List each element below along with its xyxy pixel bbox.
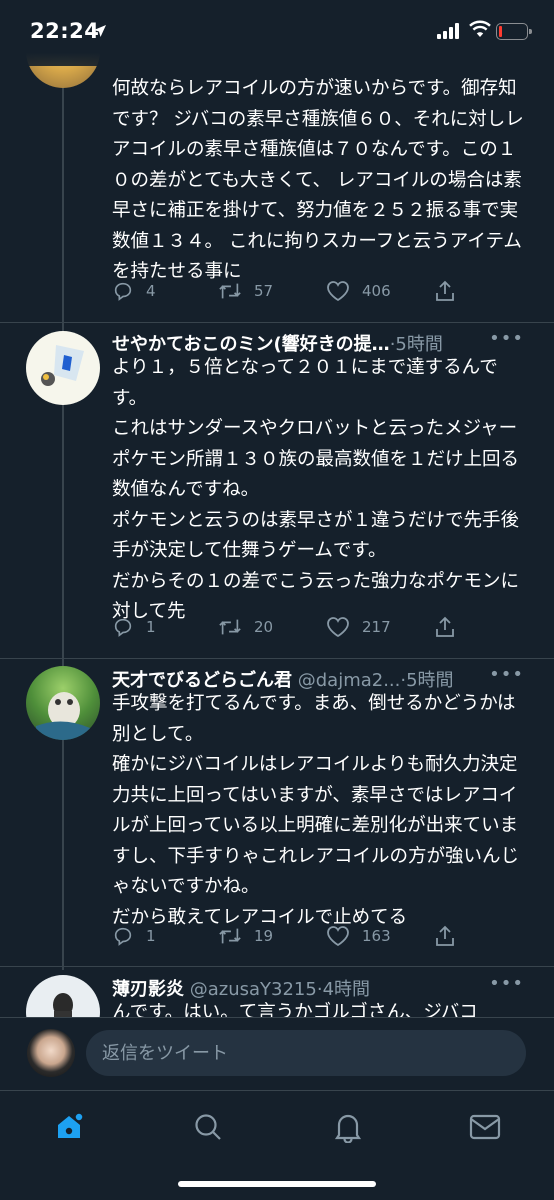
thread-line xyxy=(62,60,64,970)
tab-bar xyxy=(0,1090,554,1200)
like-count: 217 xyxy=(362,618,391,636)
user-name[interactable]: 薄刃影炎 xyxy=(112,979,184,1000)
reply-button[interactable]: 1 xyxy=(112,922,156,950)
share-button[interactable] xyxy=(434,922,468,950)
like-button[interactable]: 163 xyxy=(326,922,391,950)
home-icon xyxy=(58,1112,84,1138)
search-icon xyxy=(195,1114,221,1140)
heart-icon xyxy=(327,281,349,302)
retweet-count: 19 xyxy=(254,927,274,945)
more-icon[interactable]: ••• xyxy=(489,664,524,685)
notifications-icon xyxy=(334,1114,362,1143)
user-name[interactable]: せやかておこのミン(響好きの提… xyxy=(112,334,390,355)
tab-home[interactable] xyxy=(47,1105,91,1149)
user-handle[interactable]: @dajma2... xyxy=(298,670,401,691)
wifi-icon xyxy=(469,20,491,37)
tweet-text: んです。はい。て言うかゴルゴさん、ジバコ xyxy=(112,1002,478,1017)
reply-count: 1 xyxy=(146,618,156,636)
tweet-text: より１，５倍となって２０１にまで達するんです。 これはサンダースやクロバットと云… xyxy=(112,357,520,622)
reply-input[interactable] xyxy=(86,1030,526,1076)
avatar[interactable] xyxy=(26,975,100,1017)
messages-icon xyxy=(469,1114,501,1140)
tweet-actions: 1 20 217 xyxy=(112,613,532,641)
like-button[interactable]: 217 xyxy=(326,613,391,641)
tweet-time: ·5時間 xyxy=(400,670,454,691)
reply-composer xyxy=(0,1017,554,1091)
retweet-icon xyxy=(219,283,241,299)
user-name[interactable]: 天才でびるどらごん君 xyxy=(112,670,292,691)
share-icon xyxy=(436,280,454,301)
avatar[interactable] xyxy=(26,331,100,405)
retweet-icon xyxy=(219,619,241,635)
share-button[interactable] xyxy=(434,277,468,305)
tab-messages[interactable] xyxy=(463,1105,507,1149)
heart-icon xyxy=(327,617,349,638)
reply-count: 4 xyxy=(146,282,156,300)
like-count: 406 xyxy=(362,282,391,300)
more-icon[interactable]: ••• xyxy=(489,328,524,349)
retweet-count: 20 xyxy=(254,618,274,636)
divider xyxy=(0,966,554,967)
reply-icon xyxy=(114,618,132,637)
like-button[interactable]: 406 xyxy=(326,277,391,305)
retweet-button[interactable]: 19 xyxy=(218,922,273,950)
like-count: 163 xyxy=(362,927,391,945)
more-icon[interactable]: ••• xyxy=(489,973,524,994)
tab-notifications[interactable] xyxy=(326,1105,370,1149)
reply-count: 1 xyxy=(146,927,156,945)
retweet-button[interactable]: 57 xyxy=(218,277,273,305)
battery-icon xyxy=(496,23,532,40)
timeline[interactable]: 何故ならレアコイルの方が速いからです。御存知です？ ジバコの素早さ種族値６０、そ… xyxy=(0,0,554,1017)
location-icon xyxy=(94,25,106,37)
tweet-time: ·5時間 xyxy=(389,334,443,355)
reply-button[interactable]: 4 xyxy=(112,277,156,305)
reply-icon xyxy=(114,282,132,301)
retweet-button[interactable]: 20 xyxy=(218,613,273,641)
reply-icon xyxy=(114,927,132,946)
cellular-signal-icon xyxy=(437,23,461,39)
user-handle[interactable]: @azusaY3215 xyxy=(190,979,317,1000)
tweet-actions: 1 19 163 xyxy=(112,922,532,950)
divider xyxy=(0,658,554,659)
retweet-count: 57 xyxy=(254,282,274,300)
reply-button[interactable]: 1 xyxy=(112,613,156,641)
tweet-text: 手攻撃を打てるんです。まあ、倒せるかどうかは別として。 確かにジバコイルはレアコ… xyxy=(112,693,520,928)
tab-search[interactable] xyxy=(186,1105,230,1149)
divider xyxy=(0,322,554,323)
home-indicator xyxy=(178,1181,376,1187)
tweet-text: 何故ならレアコイルの方が速いからです。御存知です？ ジバコの素早さ種族値６０、そ… xyxy=(112,78,524,282)
retweet-icon xyxy=(219,928,241,944)
status-bar: 22:24 xyxy=(0,0,554,66)
my-avatar[interactable] xyxy=(27,1029,75,1077)
tweet-actions: 4 57 406 xyxy=(112,277,532,305)
share-icon xyxy=(436,616,454,637)
share-icon xyxy=(436,925,454,946)
status-time: 22:24 xyxy=(30,19,100,43)
heart-icon xyxy=(327,926,349,947)
avatar[interactable] xyxy=(26,666,100,740)
share-button[interactable] xyxy=(434,613,468,641)
tweet-time: ·4時間 xyxy=(316,979,371,1000)
